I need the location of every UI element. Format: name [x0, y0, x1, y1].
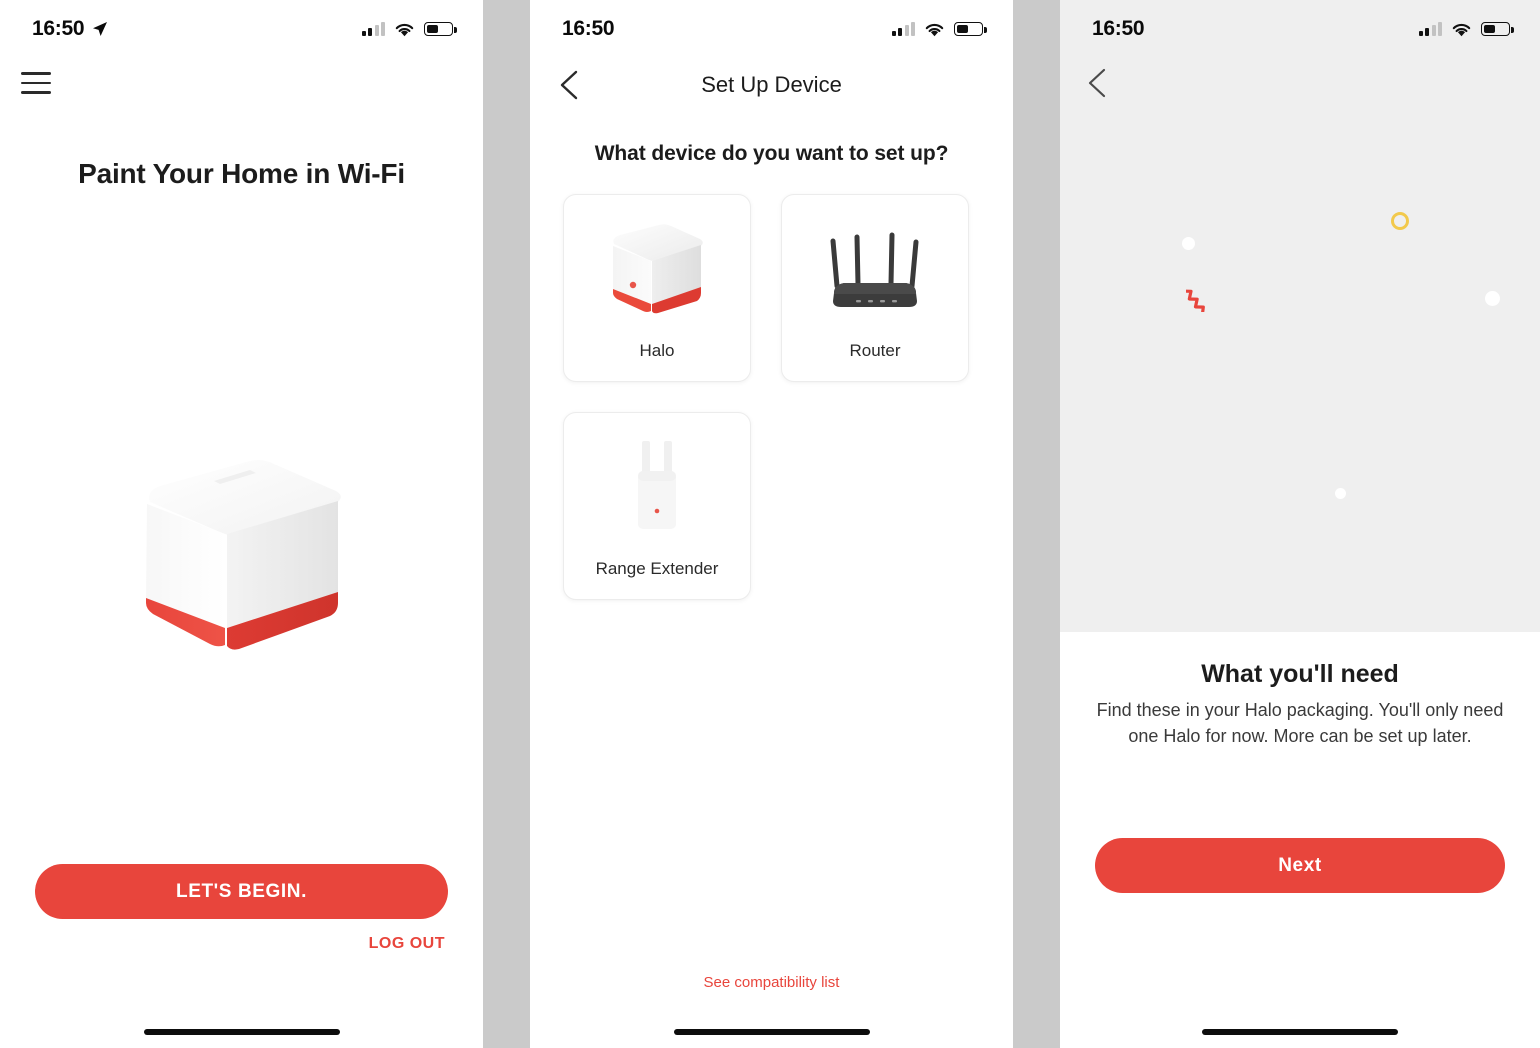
section-subtitle: Find these in your Halo packaging. You'l… — [1096, 700, 1504, 746]
status-time: 16:50 — [562, 17, 615, 40]
device-card-list: Halo Router Range Extender — [563, 194, 980, 600]
router-icon — [782, 195, 968, 343]
wifi-icon — [1451, 22, 1472, 37]
home-indicator — [673, 1029, 870, 1035]
status-bar-left: 16:50 — [1092, 17, 1145, 41]
home-indicator — [143, 1029, 340, 1035]
device-card-label: Range Extender — [595, 559, 719, 578]
screen-setup-device: 16:50 Set Up Device What device do you w… — [530, 0, 1013, 1048]
cellular-signal-icon — [361, 22, 385, 36]
decor-ring-yellow — [1391, 212, 1409, 230]
status-bar: 16:50 — [530, 0, 1013, 58]
home-indicator — [1202, 1029, 1398, 1035]
see-compatibility-list-link[interactable]: See compatibility list — [530, 974, 1013, 991]
screen-what-you-need: 16:50 What you'll need Find these in you… — [1060, 0, 1540, 1048]
halo-cube-illustration — [0, 455, 483, 680]
chevron-left-icon[interactable] — [1082, 64, 1116, 102]
device-card-label: Halo — [639, 341, 675, 360]
nav-title: Set Up Device — [701, 72, 842, 97]
screen-home: 16:50 Paint Your Home in Wi-Fi LET'S BEG… — [0, 0, 483, 1048]
battery-icon — [424, 22, 457, 36]
decor-dot-3 — [1335, 488, 1346, 499]
status-bar-left: 16:50 — [562, 17, 615, 41]
status-bar-right — [361, 22, 457, 37]
status-time: 16:50 — [1092, 17, 1145, 40]
wifi-icon — [924, 22, 945, 37]
device-card-halo[interactable]: Halo — [563, 194, 751, 382]
wifi-icon — [394, 22, 415, 37]
requirements-illustration: 16:50 — [1060, 0, 1540, 632]
cellular-signal-icon — [891, 22, 915, 36]
device-card-router[interactable]: Router — [781, 194, 969, 382]
status-bar: 16:50 — [1060, 0, 1540, 58]
log-out-button[interactable]: LOG OUT — [369, 935, 445, 953]
battery-icon — [954, 22, 987, 36]
screenshot-stage: 16:50 Paint Your Home in Wi-Fi LET'S BEG… — [0, 0, 1540, 1048]
status-bar: 16:50 — [0, 0, 483, 58]
status-time: 16:50 — [32, 17, 85, 40]
device-card-label: Router — [849, 341, 901, 360]
status-bar-right — [1418, 22, 1514, 37]
navigation-bar: Set Up Device — [530, 62, 1013, 108]
decor-dot-1 — [1182, 237, 1195, 250]
next-button[interactable]: Next — [1095, 838, 1505, 893]
device-card-range-extender[interactable]: Range Extender — [563, 412, 751, 600]
battery-icon — [1481, 22, 1514, 36]
range-extender-icon — [564, 413, 750, 561]
panel-divider-1 — [483, 0, 530, 1048]
setup-question: What device do you want to set up? — [594, 142, 949, 165]
status-bar-right — [891, 22, 987, 37]
decor-dot-2 — [1485, 291, 1500, 306]
page-title: Paint Your Home in Wi-Fi — [78, 158, 405, 189]
cellular-signal-icon — [1418, 22, 1442, 36]
status-bar-left: 16:50 — [32, 17, 108, 41]
location-arrow-icon — [92, 21, 108, 37]
lets-begin-button[interactable]: LET'S BEGIN. — [35, 864, 448, 919]
panel-divider-2 — [1013, 0, 1060, 1048]
decor-squiggle-red-left — [1186, 289, 1205, 312]
halo-cube-icon — [564, 195, 750, 343]
section-title: What you'll need — [1201, 660, 1399, 688]
hamburger-menu-icon[interactable] — [17, 68, 55, 98]
